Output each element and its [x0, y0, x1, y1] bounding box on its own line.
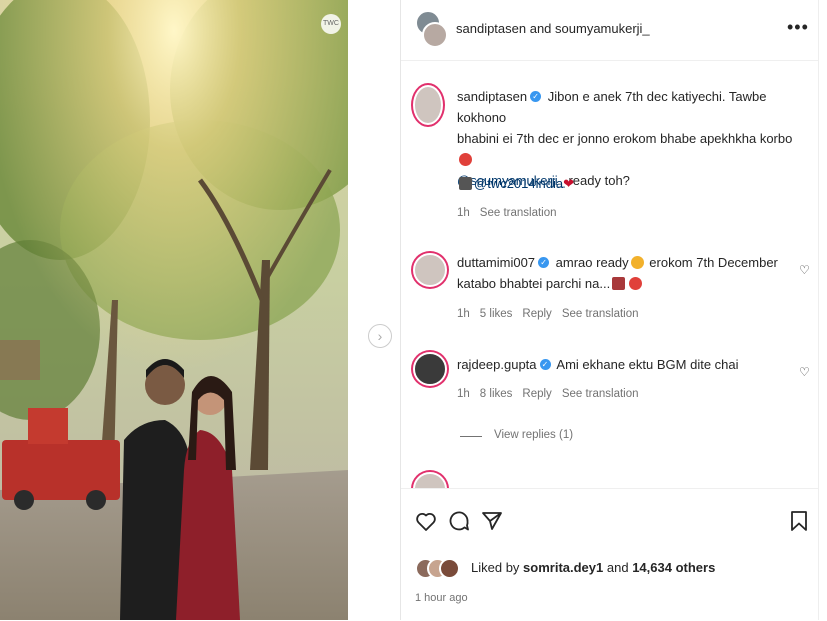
caption-time: 1h	[457, 207, 470, 219]
avatar[interactable]	[439, 558, 460, 579]
credit-mention[interactable]: @twc2014india	[474, 176, 563, 191]
more-horizontal-icon[interactable]: •••	[787, 17, 809, 38]
liked-by-others[interactable]: 14,634 others	[632, 560, 715, 575]
avatar[interactable]	[413, 85, 443, 125]
heart-eyes-emoji-icon	[459, 153, 472, 167]
reply-button[interactable]: Reply	[522, 308, 551, 320]
camera-icon	[459, 177, 472, 191]
scrollbar[interactable]	[818, 0, 827, 620]
reply-button[interactable]: Reply	[522, 388, 551, 400]
comment-see-translation[interactable]: See translation	[562, 388, 639, 400]
red-heart-icon: ❤	[563, 176, 574, 191]
verified-icon: ✓	[539, 359, 551, 371]
chevron-right-icon: ›	[377, 328, 383, 344]
comment: duttamimi007 ✓ amrao ready erokom 7th Dec…	[457, 252, 787, 294]
view-replies-line	[460, 436, 482, 437]
comment-text: erokom 7th December	[649, 255, 778, 270]
verified-icon: ✓	[538, 257, 550, 269]
post-actions: Liked by somrita.dey1 and 14,634 others …	[401, 488, 819, 621]
post-photo: TWC	[0, 0, 348, 620]
comment-icon[interactable]	[447, 509, 471, 533]
liked-by-user[interactable]: somrita.dey1	[523, 560, 603, 575]
liked-by-prefix: Liked by	[471, 560, 520, 575]
caption-meta: 1h See translation	[457, 207, 567, 219]
comment-see-translation[interactable]: See translation	[562, 308, 639, 320]
post-author-names[interactable]: sandiptasen and soumyamukerji_	[456, 21, 650, 36]
comment-text: katabo bhabtei parchi na...	[457, 276, 611, 291]
bookmark-icon[interactable]	[787, 509, 811, 533]
view-replies-button[interactable]: View replies (1)	[494, 429, 573, 441]
liked-by-and: and	[606, 560, 629, 575]
like-comment-heart-icon[interactable]: ♡	[799, 263, 810, 277]
comment-username[interactable]: rajdeep.gupta	[457, 357, 537, 372]
comment-likes[interactable]: 5 likes	[480, 308, 513, 320]
post-side-panel: sandiptasen and soumyamukerji_ ••• sandi…	[400, 0, 819, 621]
comment-time: 1h	[457, 308, 470, 320]
avatar[interactable]	[413, 253, 447, 287]
share-icon[interactable]	[480, 509, 504, 533]
post-time[interactable]: 1 hour ago	[415, 592, 468, 604]
liked-by: Liked by somrita.dey1 and 14,634 others	[471, 560, 715, 575]
gutter	[348, 0, 400, 620]
watermark-badge: TWC	[321, 14, 341, 34]
couple-emoji-icon	[612, 277, 626, 291]
caption-username[interactable]: sandiptasen	[457, 89, 527, 104]
next-image-button[interactable]: ›	[368, 324, 392, 348]
caption-line3: ready toh?	[568, 173, 630, 188]
caption-credit: @twc2014india❤	[457, 173, 574, 194]
couple-photo-image	[0, 0, 348, 620]
heart-eyes-emoji-icon	[629, 277, 643, 291]
heart-eyes-emoji-icon	[630, 256, 644, 270]
comment-time: 1h	[457, 388, 470, 400]
verified-icon: ✓	[530, 91, 542, 103]
comment-likes[interactable]: 8 likes	[480, 388, 513, 400]
caption-see-translation[interactable]: See translation	[480, 207, 557, 219]
comment-text: amrao ready	[555, 255, 629, 270]
like-comment-heart-icon[interactable]: ♡	[799, 365, 810, 379]
comment-username[interactable]: duttamimi007	[457, 255, 535, 270]
next-comment-partial	[401, 470, 819, 488]
comment-meta: 1h 8 likes Reply See translation	[457, 388, 649, 400]
comment-text: Ami ekhane ektu BGM dite chai	[556, 357, 739, 372]
caption-line2: bhabini ei 7th dec er jonno erokom bhabe…	[457, 131, 793, 146]
avatar[interactable]	[413, 472, 447, 488]
heart-icon[interactable]	[414, 509, 438, 533]
post-header: sandiptasen and soumyamukerji_ •••	[401, 0, 819, 61]
avatar[interactable]	[422, 22, 448, 48]
comment: rajdeep.gupta ✓ Ami ekhane ektu BGM dite …	[457, 354, 787, 375]
avatar[interactable]	[413, 352, 447, 386]
comment-meta: 1h 5 likes Reply See translation	[457, 308, 649, 320]
